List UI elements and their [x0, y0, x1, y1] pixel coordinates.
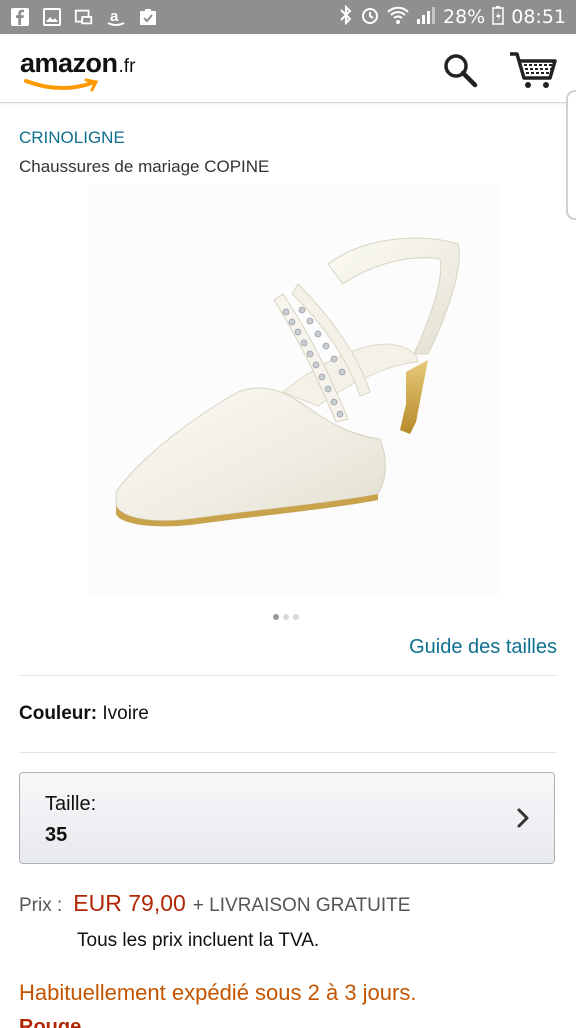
alarm-icon	[360, 5, 380, 30]
side-drawer-handle[interactable]	[566, 90, 576, 220]
pagination-dot[interactable]	[293, 614, 299, 620]
battery-icon	[492, 5, 504, 30]
size-selector-button[interactable]: Taille: 35	[19, 772, 555, 864]
signal-icon	[416, 5, 436, 30]
product-image[interactable]	[88, 184, 500, 596]
price-row: Prix : EUR 79,00 + LIVRAISON GRATUITE	[19, 890, 410, 917]
image-pagination[interactable]	[273, 614, 299, 620]
amazon-app-icon: a	[106, 7, 126, 27]
product-title: Chaussures de mariage COPINE	[19, 157, 270, 176]
price-value: EUR 79,00	[73, 890, 186, 916]
clock: 08:51	[511, 6, 566, 28]
chevron-right-icon	[517, 808, 529, 828]
product-brand-link[interactable]: CRINOLIGNE	[19, 128, 125, 148]
app-header: amazon .fr	[0, 34, 576, 103]
divider	[19, 675, 557, 676]
search-icon[interactable]	[442, 52, 478, 88]
color-label: Couleur:	[19, 703, 98, 724]
facebook-icon	[10, 7, 30, 27]
size-value: 35	[45, 824, 68, 846]
tva-note: Tous les prix incluent la TVA.	[77, 930, 320, 951]
color-value: Ivoire	[102, 703, 149, 724]
amazon-smile-icon	[24, 78, 99, 92]
amazon-logo[interactable]: amazon .fr	[20, 48, 135, 79]
shipping-info: + LIVRAISON GRATUITE	[192, 895, 411, 916]
clipboard-icon	[138, 7, 158, 27]
cutoff-text: Rouge	[19, 1016, 82, 1028]
wifi-icon	[387, 5, 409, 30]
price-label: Prix :	[19, 895, 63, 916]
cutoff-text-row: Rouge	[19, 1014, 299, 1028]
divider	[19, 752, 557, 753]
svg-text:a: a	[110, 8, 119, 25]
screenshot-icon	[74, 7, 94, 27]
battery-percent: 28%	[443, 6, 486, 28]
cart-icon[interactable]	[508, 50, 558, 90]
color-selection: Couleur: Ivoire	[19, 703, 149, 725]
bluetooth-icon	[339, 4, 353, 30]
size-label: Taille:	[45, 793, 97, 815]
pagination-dot-active[interactable]	[273, 614, 279, 620]
gallery-icon	[42, 7, 62, 27]
status-bar: a 28% 08:51	[0, 0, 576, 34]
size-guide-link[interactable]: Guide des tailles	[409, 636, 557, 659]
availability-text: Habituellement expédié sous 2 à 3 jours.	[19, 980, 417, 1005]
pagination-dot[interactable]	[283, 614, 289, 620]
